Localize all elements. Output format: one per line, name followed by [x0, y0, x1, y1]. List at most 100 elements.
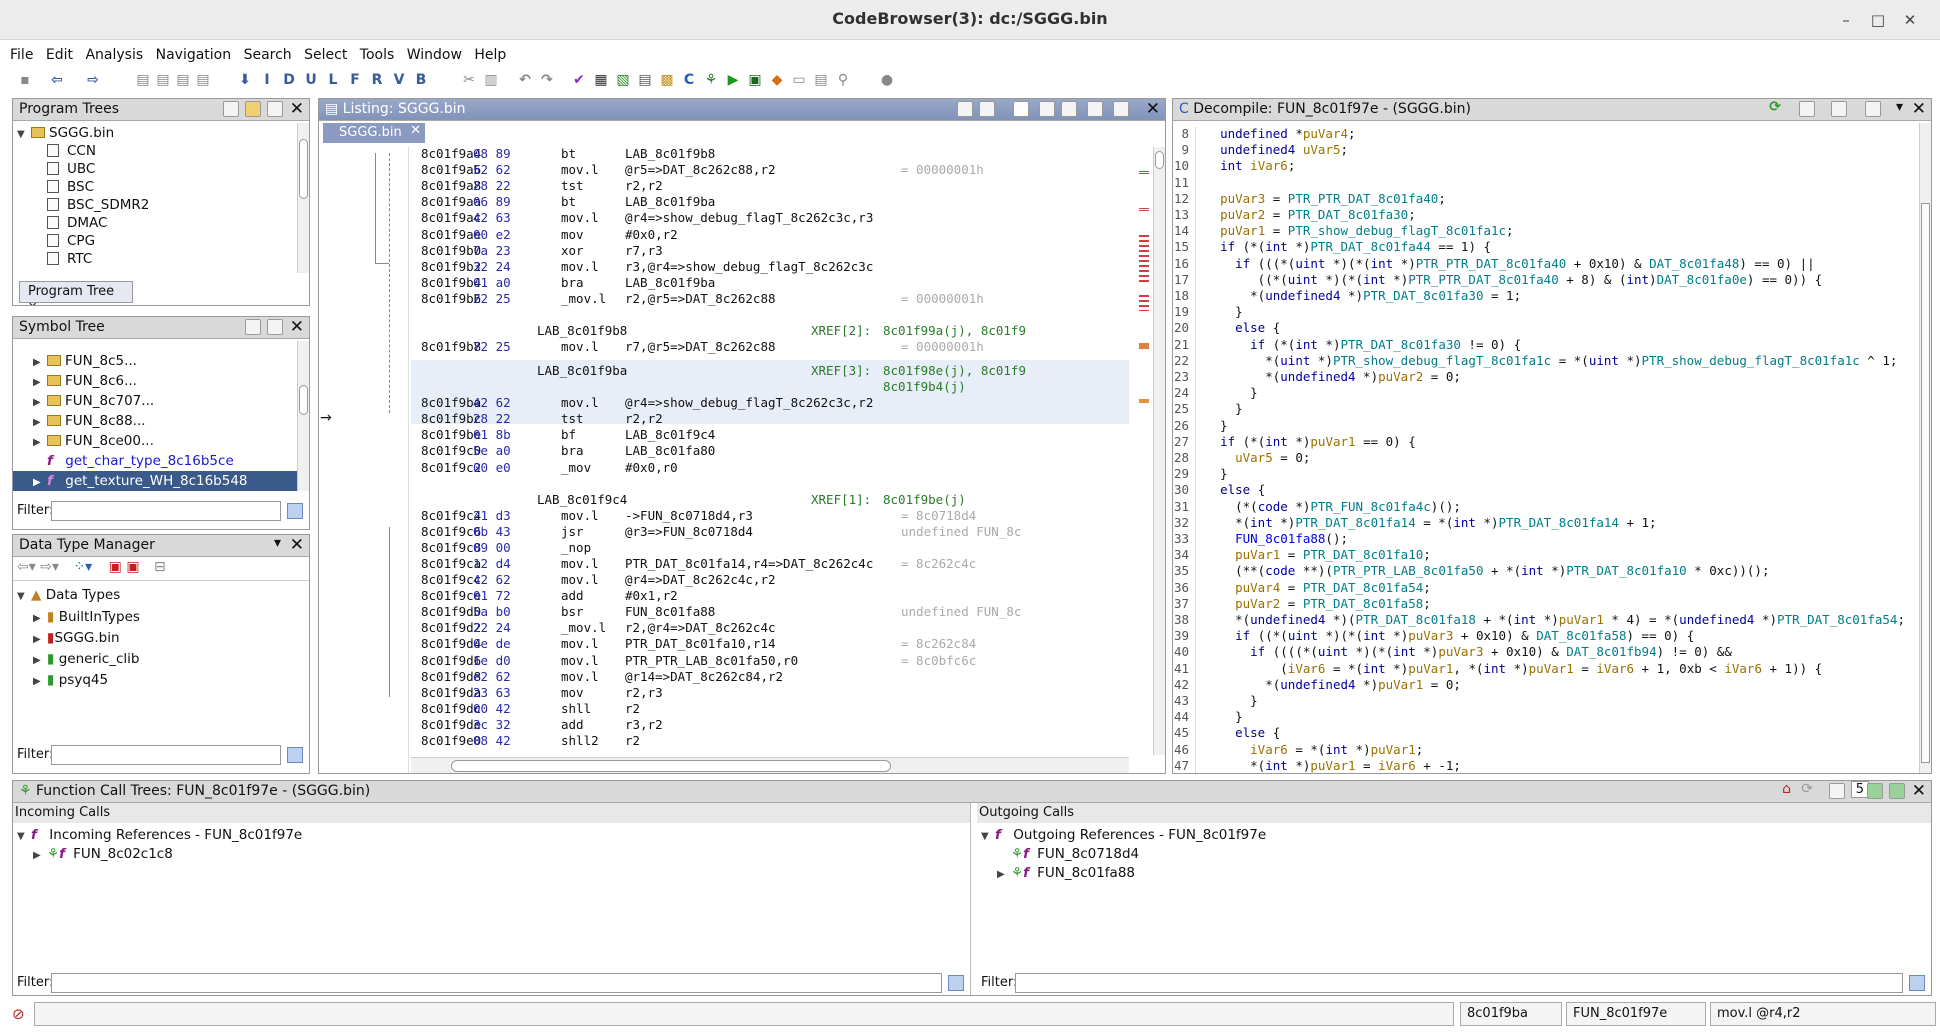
tree-item[interactable]: DMAC [47, 213, 107, 233]
symbol-filter-input[interactable] [51, 501, 281, 521]
menu-file[interactable]: File [10, 47, 33, 63]
decompile-line[interactable]: 38 *(undefined4 *)(PTR_DAT_8c01fa18 + *(… [1173, 613, 1917, 626]
listing-row[interactable]: 8c01f9c2 00 e0 _mov #0x0,r0 [411, 461, 1129, 474]
collapse-icon[interactable]: ▼ [17, 827, 31, 847]
listing-row[interactable]: 8c01f9dc 00 42 shll r2 [411, 702, 1129, 715]
refresh-decompile-icon[interactable]: ⟳ [1769, 99, 1781, 115]
collapse-icon[interactable]: ▼ [981, 827, 995, 847]
collapse-calls-icon[interactable] [1889, 783, 1905, 799]
listing-row[interactable]: 8c01f9ba 42 62 mov.l @r4=>show_debug_flagT_… [411, 396, 1129, 410]
home-icon[interactable]: ⌂ [1782, 781, 1791, 797]
new-tree-icon[interactable] [223, 101, 239, 117]
decompile-line[interactable]: 8 undefined *puVar4; [1173, 127, 1917, 140]
listing-row[interactable]: 8c01f9d4 0e de mov.l PTR_DAT_8c01fa10,r14 = … [411, 637, 1129, 650]
maximize-icon[interactable]: □ [1866, 8, 1890, 32]
tree-icon[interactable]: ⚲ [834, 71, 852, 89]
nav-icon-3[interactable]: ▤ [174, 71, 192, 89]
program-tree-tab[interactable]: Program Tree ✕ [19, 281, 133, 305]
depth-icon[interactable] [1829, 783, 1845, 799]
close-listing-icon[interactable]: ✕ [1146, 99, 1160, 119]
minimize-icon[interactable]: – [1834, 8, 1858, 32]
decompile-line[interactable]: 42 *(undefined4 *)puVar1 = 0; [1173, 678, 1917, 691]
incoming-filter-input[interactable] [51, 973, 942, 993]
snapshot-icon[interactable] [1087, 101, 1103, 117]
c-code-icon[interactable]: C [680, 71, 698, 89]
listing-row[interactable]: 8c01f9c8 09 00 _nop [411, 541, 1129, 554]
decompile-line[interactable]: 41 (iVar6 = *(int *)puVar1, *(int *)puVa… [1173, 662, 1917, 675]
open-tree-icon[interactable] [245, 101, 261, 117]
bytes-icon[interactable]: ▧ [614, 71, 632, 89]
symbol-folder[interactable]: ▶ FUN_8ce00... [33, 431, 154, 451]
menu-navigation[interactable]: Navigation [156, 47, 232, 63]
decompile-line[interactable]: 33 FUN_8c01fa88(); [1173, 532, 1917, 545]
paste-listing-icon[interactable] [979, 101, 995, 117]
nav-undefined-icon[interactable]: U [302, 71, 320, 89]
decompile-line[interactable]: 25 } [1173, 402, 1917, 415]
listing-row[interactable]: 8c01f9ce 01 72 add #0x1,r2 [411, 589, 1129, 602]
close-decompile-icon[interactable]: ✕ [1912, 99, 1926, 119]
decompile-line[interactable]: 46 iVar6 = *(int *)puVar1; [1173, 743, 1917, 756]
listing-label-row[interactable]: LAB_8c01f9ba XREF[3]: 8c01f98e(j), 8c01f9 8… [411, 364, 1129, 393]
symbol-tool-icon[interactable] [245, 319, 261, 335]
paste-icon[interactable]: ▥ [482, 71, 500, 89]
collapse-icon[interactable]: ▼ [17, 587, 31, 607]
decompile-code[interactable]: 8 undefined *puVar4; 9 undefined4 uVar5; 1… [1173, 127, 1917, 773]
dtm-filter-icon-1[interactable]: ▣ [109, 559, 122, 575]
decompile-line[interactable]: 17 ((*(uint *)(*(int *)PTR_PTR_DAT_8c01f… [1173, 273, 1917, 286]
listing-row[interactable]: 8c01f9d2 22 24 _mov.l r2,@r4=>DAT_8c262c4c [411, 621, 1129, 634]
listing-row[interactable]: 8c01f9ca 12 d4 mov.l PTR_DAT_8c01fa14,r4=>D… [411, 557, 1129, 570]
expand-icon[interactable]: ▶ [33, 609, 47, 629]
listing-row[interactable]: 8c01f9b4 01 a0 bra LAB_8c01f9ba [411, 276, 1129, 289]
decompile-line[interactable]: 14 puVar1 = PTR_show_debug_flagT_8c01fa1… [1173, 224, 1917, 237]
menu-select[interactable]: Select [304, 47, 347, 63]
dtm-item[interactable]: ▶ ▮SGGG.bin [33, 628, 120, 648]
nav-value-icon[interactable]: V [390, 71, 408, 89]
listing-label-row[interactable]: LAB_8c01f9b8 XREF[2]: 8c01f99a(j), 8c01f9 [411, 324, 1129, 337]
decompile-menu-icon[interactable]: ▾ [1896, 99, 1903, 115]
close-tab-icon[interactable]: ✕ [28, 300, 37, 305]
hscroll-thumb[interactable] [451, 760, 891, 772]
expand-icon[interactable]: ▶ [33, 433, 47, 453]
listing-row[interactable]: 8c01f9bc 28 22 tst r2,r2 [411, 412, 1129, 425]
program-trees-scrollbar[interactable] [297, 123, 309, 273]
decompile-line[interactable]: 13 puVar2 = PTR_DAT_8c01fa30; [1173, 208, 1917, 221]
decompile-line[interactable]: 26 } [1173, 419, 1917, 432]
outgoing-filter-input[interactable] [1015, 973, 1903, 993]
collapse-icon[interactable]: ▼ [17, 125, 31, 145]
dtm-back-icon[interactable]: ⇦▾ [17, 559, 36, 575]
decompile-line[interactable]: 40 if ((((*(uint *)(*(int *)puVar3 + 0x1… [1173, 645, 1917, 658]
decompile-line[interactable]: 24 } [1173, 386, 1917, 399]
dtm-root[interactable]: ▼ ▲ Data Types [17, 585, 120, 605]
filter-options-icon[interactable] [948, 975, 964, 991]
tree-item[interactable]: BSC_SDMR2 [47, 195, 149, 215]
listing-row[interactable]: 8c01f9ac 42 63 mov.l @r4=>show_debug_flagT_… [411, 211, 1129, 224]
sync-icon[interactable]: ⟳ [1801, 781, 1813, 797]
listing-row[interactable]: 8c01f9d0 5a b0 bsr FUN_8c01fa88 undefined FU… [411, 605, 1129, 618]
listing-row[interactable]: 8c01f9c4 21 d3 mov.l ->FUN_8c0718d4,r3 = 8c0… [411, 509, 1129, 522]
decompile-line[interactable]: 9 undefined4 uVar5; [1173, 143, 1917, 156]
diff-icon[interactable] [1061, 101, 1077, 117]
outgoing-root[interactable]: ▼ f Outgoing References - FUN_8c01f97e [981, 825, 1266, 845]
tree-root[interactable]: ▼ SGGG.bin [17, 123, 114, 143]
field-edit-icon[interactable] [1039, 101, 1055, 117]
listing-row[interactable]: 8c01f9a4 08 89 bt LAB_8c01f9b8 [411, 147, 1129, 160]
nav-icon-1[interactable]: ▤ [134, 71, 152, 89]
dtm-item[interactable]: ▶ ▮ psyq45 [33, 670, 108, 690]
decompile-line[interactable]: 20 else { [1173, 321, 1917, 334]
decompile-line[interactable]: 47 *(int *)puVar1 = iVar6 + -1; [1173, 759, 1917, 772]
script-icon[interactable]: ▣ [746, 71, 764, 89]
listing-row[interactable]: 8c01f9c0 5e a0 bra LAB_8c01fa80 [411, 444, 1129, 457]
tree-item[interactable]: CCN [47, 141, 96, 161]
symbol-tree-scrollbar[interactable] [297, 341, 309, 491]
listing-label-row[interactable]: LAB_8c01f9c4 XREF[1]: 8c01f9be(j) [411, 493, 1129, 506]
expand-icon[interactable]: ▶ [33, 413, 47, 433]
menu-window[interactable]: Window [407, 47, 462, 63]
dtm-collapse-icon[interactable]: ⊟ [154, 559, 166, 575]
listing-row[interactable]: 8c01f9aa 06 89 bt LAB_8c01f9ba [411, 195, 1129, 208]
tree-item[interactable]: RTC [47, 249, 92, 269]
decompile-line[interactable]: 11 [1173, 176, 1917, 189]
expand-icon[interactable]: ▶ [33, 473, 47, 493]
decompile-line[interactable]: 29 } [1173, 467, 1917, 480]
dtm-filter-input[interactable] [51, 745, 281, 765]
listing-row[interactable]: 8c01f9be 01 8b bf LAB_8c01f9c4 [411, 428, 1129, 441]
